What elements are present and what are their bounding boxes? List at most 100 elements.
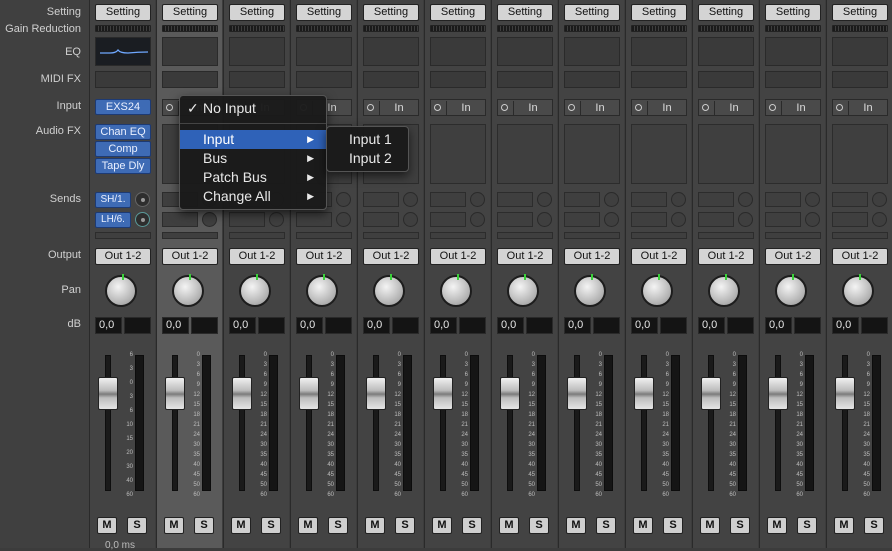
input-format-icon[interactable]	[836, 104, 843, 111]
setting-button[interactable]: Setting	[765, 4, 821, 21]
setting-button[interactable]: Setting	[832, 4, 888, 21]
send-level-knob[interactable]	[135, 192, 150, 207]
fader-cap[interactable]	[98, 377, 118, 410]
eq-thumbnail[interactable]	[162, 37, 218, 66]
menu-item-input[interactable]: Input ▶	[180, 130, 326, 149]
input-slot[interactable]: In	[430, 99, 486, 116]
mute-button[interactable]: M	[499, 517, 519, 534]
stereo-out-slot[interactable]	[698, 232, 754, 239]
stereo-out-slot[interactable]	[363, 232, 419, 239]
fader-cap[interactable]	[634, 377, 654, 410]
db-value[interactable]: 0,0	[631, 317, 658, 334]
midi-fx-slot[interactable]	[564, 71, 620, 88]
eq-thumbnail[interactable]	[296, 37, 352, 66]
fader-cap[interactable]	[433, 377, 453, 410]
midi-fx-slot[interactable]	[363, 71, 419, 88]
mute-button[interactable]: M	[633, 517, 653, 534]
send-level-knob[interactable]	[537, 192, 552, 207]
db-value[interactable]: 0,0	[229, 317, 256, 334]
setting-button[interactable]: Setting	[631, 4, 687, 21]
solo-button[interactable]: S	[596, 517, 616, 534]
send-slot[interactable]	[631, 212, 667, 227]
solo-button[interactable]: S	[730, 517, 750, 534]
send-slot[interactable]	[497, 192, 533, 207]
audio-fx-slot[interactable]	[564, 124, 620, 184]
input-slot[interactable]: In	[832, 99, 888, 116]
db-value[interactable]: 0,0	[497, 317, 524, 334]
input-slot[interactable]: In	[497, 99, 553, 116]
midi-fx-slot[interactable]	[698, 71, 754, 88]
send-level-knob[interactable]	[403, 192, 418, 207]
pan-knob[interactable]	[708, 275, 740, 307]
eq-thumbnail[interactable]	[631, 37, 687, 66]
audio-fx-slot[interactable]	[631, 124, 687, 184]
send-slot[interactable]	[162, 212, 198, 227]
audio-fx-slot[interactable]	[497, 124, 553, 184]
setting-button[interactable]: Setting	[296, 4, 352, 21]
audio-fx-slot[interactable]	[765, 124, 821, 184]
solo-button[interactable]: S	[864, 517, 884, 534]
audio-fx-slot[interactable]	[430, 124, 486, 184]
menu-item-change-all[interactable]: Change All ▶	[180, 187, 326, 206]
eq-thumbnail[interactable]	[363, 37, 419, 66]
pan-knob[interactable]	[306, 275, 338, 307]
midi-fx-slot[interactable]	[497, 71, 553, 88]
mute-button[interactable]: M	[566, 517, 586, 534]
pan-knob[interactable]	[775, 275, 807, 307]
eq-thumbnail[interactable]	[497, 37, 553, 66]
setting-button[interactable]: Setting	[564, 4, 620, 21]
input-format-icon[interactable]	[769, 104, 776, 111]
pan-knob[interactable]	[172, 275, 204, 307]
mute-button[interactable]: M	[97, 517, 117, 534]
send-level-knob[interactable]	[805, 212, 820, 227]
send-level-knob[interactable]	[805, 192, 820, 207]
solo-button[interactable]: S	[462, 517, 482, 534]
db-value[interactable]: 0,0	[296, 317, 323, 334]
output-button[interactable]: Out 1-2	[564, 248, 620, 265]
fader-cap[interactable]	[768, 377, 788, 410]
send-level-knob[interactable]	[470, 192, 485, 207]
send-slot[interactable]	[765, 192, 801, 207]
audio-fx-chan-eq-slot[interactable]: Chan EQ	[95, 124, 151, 140]
input-format-icon[interactable]	[501, 104, 508, 111]
setting-button[interactable]: Setting	[363, 4, 419, 21]
output-button[interactable]: Out 1-2	[363, 248, 419, 265]
send-slot[interactable]	[698, 192, 734, 207]
eq-thumbnail[interactable]	[564, 37, 620, 66]
eq-thumbnail[interactable]	[698, 37, 754, 66]
submenu-item-input-1[interactable]: Input 1	[327, 130, 408, 149]
input-format-icon[interactable]	[702, 104, 709, 111]
fader-cap[interactable]	[835, 377, 855, 410]
midi-fx-slot[interactable]	[95, 71, 151, 88]
pan-knob[interactable]	[507, 275, 539, 307]
fader-cap[interactable]	[232, 377, 252, 410]
midi-fx-slot[interactable]	[832, 71, 888, 88]
stereo-out-slot[interactable]	[430, 232, 486, 239]
input-format-icon[interactable]	[568, 104, 575, 111]
send-level-knob[interactable]	[671, 192, 686, 207]
solo-button[interactable]: S	[395, 517, 415, 534]
solo-button[interactable]: S	[529, 517, 549, 534]
audio-fx-slot[interactable]	[832, 124, 888, 184]
eq-thumbnail[interactable]	[430, 37, 486, 66]
db-value[interactable]: 0,0	[162, 317, 189, 334]
input-slot[interactable]: In	[564, 99, 620, 116]
fader-cap[interactable]	[165, 377, 185, 410]
send-level-knob[interactable]	[269, 212, 284, 227]
send-level-knob[interactable]	[202, 212, 217, 227]
send-slot[interactable]	[296, 212, 332, 227]
output-button[interactable]: Out 1-2	[698, 248, 754, 265]
send-level-knob[interactable]	[738, 192, 753, 207]
setting-button[interactable]: Setting	[698, 4, 754, 21]
mute-button[interactable]: M	[432, 517, 452, 534]
send-slot[interactable]	[430, 192, 466, 207]
input-slot[interactable]: EXS24	[95, 99, 151, 115]
setting-button[interactable]: Setting	[95, 4, 151, 21]
fader-cap[interactable]	[701, 377, 721, 410]
send-level-knob[interactable]	[336, 192, 351, 207]
send-level-knob[interactable]	[604, 192, 619, 207]
output-button[interactable]: Out 1-2	[497, 248, 553, 265]
fader-cap[interactable]	[500, 377, 520, 410]
send-slot[interactable]	[430, 212, 466, 227]
pan-knob[interactable]	[105, 275, 137, 307]
